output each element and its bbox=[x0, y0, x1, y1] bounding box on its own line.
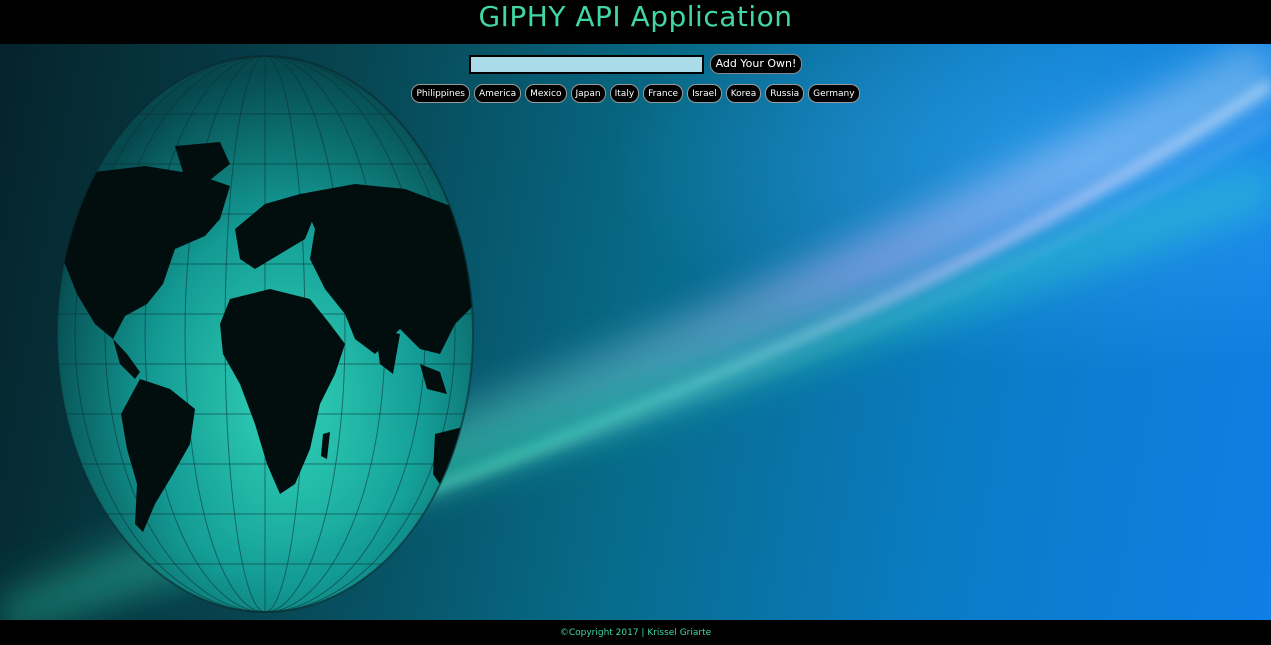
page-title: GIPHY API Application bbox=[478, 0, 793, 33]
country-button-japan[interactable]: Japan bbox=[570, 84, 606, 103]
country-button-mexico[interactable]: Mexico bbox=[525, 84, 567, 103]
globe-graphic bbox=[56, 55, 474, 613]
country-button-philippines[interactable]: Philippines bbox=[411, 84, 470, 103]
country-button-russia[interactable]: Russia bbox=[765, 84, 805, 103]
country-button-germany[interactable]: Germany bbox=[808, 84, 860, 103]
footer-bar: ©Copyright 2017 | Krissel Griarte bbox=[0, 620, 1271, 645]
search-input[interactable] bbox=[468, 54, 704, 74]
copyright-text: ©Copyright 2017 | Krissel Griarte bbox=[559, 628, 712, 638]
background-image: Add Your Own! Philippines America Mexico… bbox=[0, 44, 1271, 620]
add-your-own-button[interactable]: Add Your Own! bbox=[709, 54, 803, 74]
country-button-korea[interactable]: Korea bbox=[725, 84, 762, 103]
country-button-america[interactable]: America bbox=[473, 84, 522, 103]
country-button-row: Philippines America Mexico Japan Italy F… bbox=[0, 84, 1271, 103]
country-button-italy[interactable]: Italy bbox=[609, 84, 640, 103]
header-bar: GIPHY API Application bbox=[0, 0, 1271, 44]
country-button-israel[interactable]: Israel bbox=[687, 84, 722, 103]
country-button-france[interactable]: France bbox=[643, 84, 684, 103]
search-row: Add Your Own! bbox=[0, 54, 1271, 74]
